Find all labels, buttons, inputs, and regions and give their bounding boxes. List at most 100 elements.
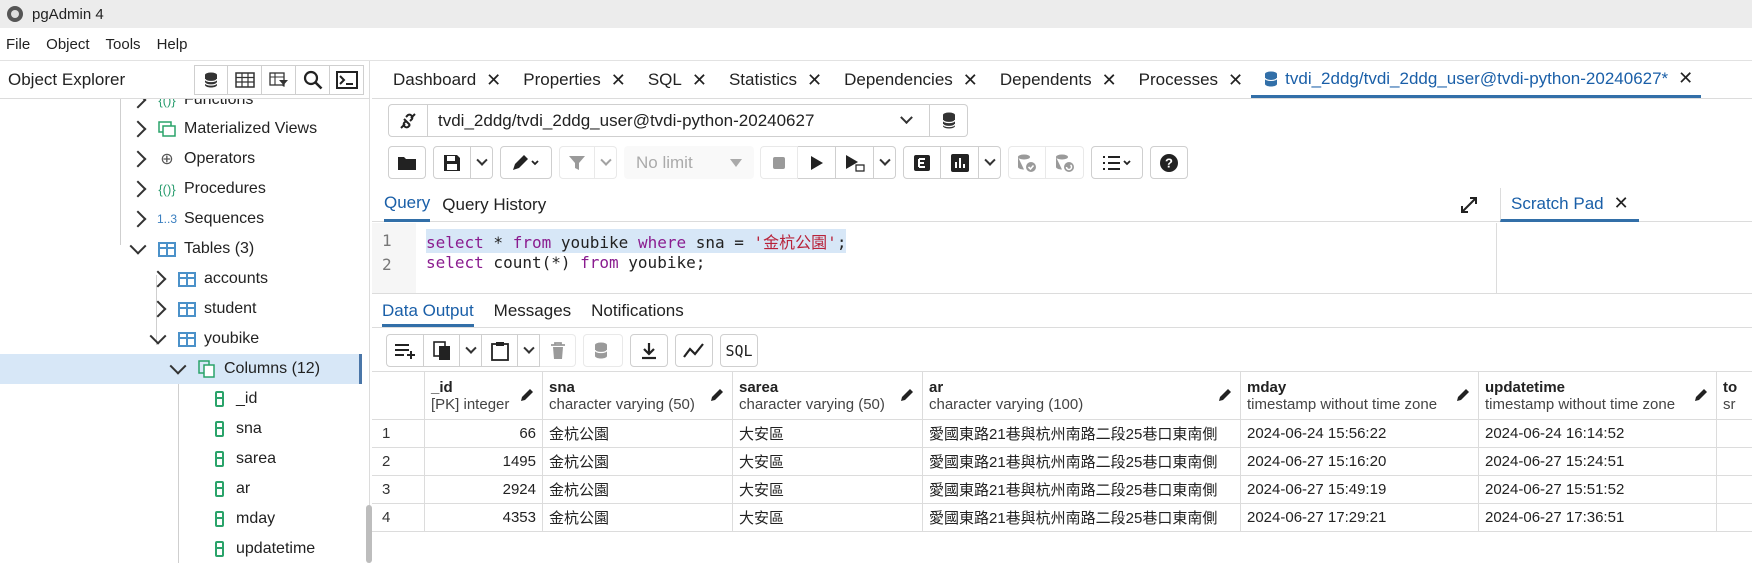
add-row-icon[interactable] [386, 334, 424, 367]
cell-sarea[interactable]: 大安區 [733, 504, 923, 531]
close-icon[interactable]: ✕ [807, 70, 822, 91]
commit-icon[interactable] [1008, 146, 1046, 179]
edit-pencil-icon[interactable] [500, 146, 552, 179]
cell-sarea[interactable]: 大安區 [733, 420, 923, 447]
tree-item-column-id[interactable]: _id [0, 384, 362, 414]
tree-item-youbike[interactable]: youbike [0, 324, 362, 354]
filter-dropdown-chevron-icon[interactable] [595, 146, 617, 179]
column-header-partial[interactable]: to sr [1717, 372, 1752, 419]
tree-item-column-sarea[interactable]: sarea [0, 444, 362, 474]
close-icon[interactable]: ✕ [611, 70, 626, 91]
query-tool-db-icon[interactable] [194, 64, 228, 95]
row-limit-select[interactable]: No limit [624, 146, 754, 179]
tab-dependents[interactable]: Dependents ✕ [986, 62, 1125, 98]
explain-analyze-icon[interactable] [941, 146, 979, 179]
tree-item-materialized-views[interactable]: Materialized Views [0, 114, 362, 144]
chevron-down-icon[interactable] [129, 237, 147, 255]
tab-query-history[interactable]: Query History [442, 189, 546, 221]
chevron-down-icon[interactable] [149, 327, 167, 345]
edit-pencil-icon[interactable] [1218, 388, 1232, 402]
new-connection-db-icon[interactable] [930, 104, 968, 137]
chevron-right-icon[interactable] [149, 270, 167, 288]
explain-icon[interactable] [903, 146, 941, 179]
cell-sna[interactable]: 金杭公園 [543, 420, 733, 447]
tree-item-column-ar[interactable]: ar [0, 474, 362, 504]
tab-query[interactable]: Query [384, 187, 431, 222]
cell-id[interactable]: 1495 [425, 448, 543, 475]
cell-id[interactable]: 66 [425, 420, 543, 447]
tree-item-tables[interactable]: Tables (3) [0, 234, 362, 264]
connection-status-icon[interactable] [388, 104, 428, 137]
edit-pencil-icon[interactable] [520, 388, 534, 402]
view-data-grid-icon[interactable] [228, 64, 262, 95]
cell-updatetime[interactable]: 2024-06-24 16:14:52 [1479, 420, 1717, 447]
cell-mday[interactable]: 2024-06-27 17:29:21 [1241, 504, 1479, 531]
chevron-down-icon[interactable] [169, 357, 187, 375]
save-data-changes-icon[interactable] [583, 334, 623, 367]
sql-editor[interactable]: 1 2 select * from youbike where sna = '金… [372, 223, 1497, 293]
execute-script-icon[interactable] [836, 146, 874, 179]
cell-updatetime[interactable]: 2024-06-27 15:24:51 [1479, 448, 1717, 475]
close-icon[interactable]: ✕ [963, 70, 978, 91]
cell-mday[interactable]: 2024-06-27 15:49:19 [1241, 476, 1479, 503]
chevron-right-icon[interactable] [149, 300, 167, 318]
psql-terminal-icon[interactable] [330, 64, 364, 95]
cell-ar[interactable]: 愛國東路21巷與杭州南路二段25巷口東南側 [923, 504, 1241, 531]
table-row[interactable]: 4 4353 金杭公園 大安區 愛國東路21巷與杭州南路二段25巷口東南側 20… [372, 504, 1752, 532]
search-icon[interactable] [296, 64, 330, 95]
maximize-icon[interactable] [1460, 196, 1478, 219]
close-icon[interactable]: ✕ [692, 70, 707, 91]
paste-icon[interactable] [482, 334, 518, 367]
menu-file[interactable]: File [6, 36, 30, 53]
tree-item-columns[interactable]: Columns (12) [0, 354, 362, 384]
filter-icon[interactable] [559, 146, 595, 179]
cell-id[interactable]: 2924 [425, 476, 543, 503]
menu-help[interactable]: Help [157, 36, 188, 53]
chevron-right-icon[interactable] [129, 210, 147, 228]
edit-pencil-icon[interactable] [1694, 388, 1708, 402]
edit-pencil-icon[interactable] [1456, 388, 1470, 402]
save-dropdown-chevron-icon[interactable] [471, 146, 493, 179]
tab-properties[interactable]: Properties ✕ [509, 62, 634, 98]
tab-dashboard[interactable]: Dashboard ✕ [372, 62, 509, 98]
stop-icon[interactable] [760, 146, 798, 179]
tab-dependencies[interactable]: Dependencies ✕ [830, 62, 986, 98]
connection-select[interactable]: tvdi_2ddg/tvdi_2ddg_user@tvdi-python-202… [428, 104, 930, 137]
copy-icon[interactable] [424, 334, 460, 367]
column-header-id[interactable]: _id [PK] integer [425, 372, 543, 419]
tree-item-column-updatetime[interactable]: updatetime [0, 534, 362, 563]
tab-sql[interactable]: SQL ✕ [634, 62, 715, 98]
macros-list-icon[interactable] [1091, 146, 1143, 179]
tab-messages[interactable]: Messages [494, 301, 571, 327]
chevron-right-icon[interactable] [129, 120, 147, 138]
save-icon[interactable] [433, 146, 471, 179]
cell-mday[interactable]: 2024-06-24 15:56:22 [1241, 420, 1479, 447]
tree-item-operators[interactable]: ⊕ Operators [0, 144, 362, 174]
column-header-ar[interactable]: ar character varying (100) [923, 372, 1241, 419]
tree-item-column-sna[interactable]: sna [0, 414, 362, 444]
execute-dropdown-chevron-icon[interactable] [874, 146, 896, 179]
tab-processes[interactable]: Processes ✕ [1125, 62, 1251, 98]
cell-sarea[interactable]: 大安區 [733, 448, 923, 475]
tab-data-output[interactable]: Data Output [382, 301, 474, 327]
cell-sarea[interactable]: 大安區 [733, 476, 923, 503]
cell-ar[interactable]: 愛國東路21巷與杭州南路二段25巷口東南側 [923, 448, 1241, 475]
cell-mday[interactable]: 2024-06-27 15:16:20 [1241, 448, 1479, 475]
edit-pencil-icon[interactable] [900, 388, 914, 402]
delete-trash-icon[interactable] [540, 334, 576, 367]
cell-sna[interactable]: 金杭公園 [543, 448, 733, 475]
execute-play-icon[interactable] [798, 146, 836, 179]
edit-pencil-icon[interactable] [710, 388, 724, 402]
copy-dropdown-chevron-icon[interactable] [460, 334, 482, 367]
sql-button[interactable]: SQL [720, 334, 758, 367]
filter-rows-icon[interactable] [262, 64, 296, 95]
column-header-sna[interactable]: sna character varying (50) [543, 372, 733, 419]
paste-dropdown-chevron-icon[interactable] [518, 334, 540, 367]
tab-query-tool[interactable]: tvdi_2ddg/tvdi_2ddg_user@tvdi-python-202… [1251, 62, 1702, 98]
download-icon[interactable] [630, 334, 668, 367]
chevron-right-icon[interactable] [129, 180, 147, 198]
cell-id[interactable]: 4353 [425, 504, 543, 531]
menu-tools[interactable]: Tools [106, 36, 141, 53]
tab-notifications[interactable]: Notifications [591, 301, 684, 327]
cell-updatetime[interactable]: 2024-06-27 15:51:52 [1479, 476, 1717, 503]
